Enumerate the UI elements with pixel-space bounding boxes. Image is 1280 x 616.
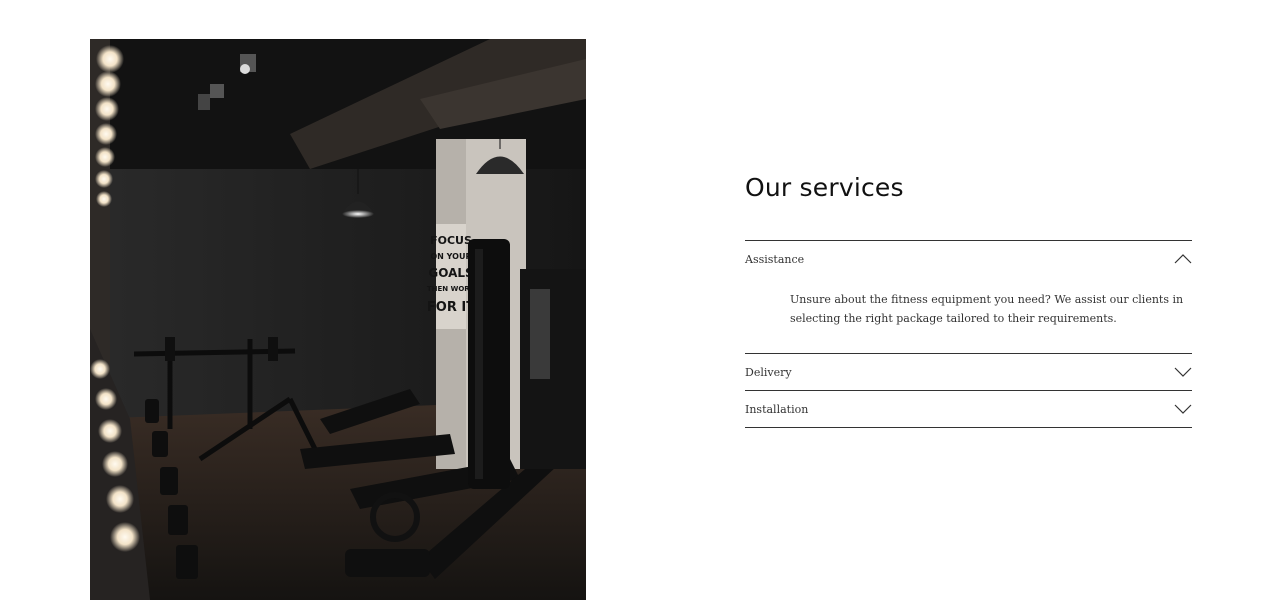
- accordion-header-delivery[interactable]: Delivery: [745, 354, 1192, 390]
- services-section: Our services Assistance Unsure about the…: [745, 170, 1192, 428]
- section-title: Our services: [745, 173, 904, 202]
- accordion-title: Assistance: [745, 252, 805, 266]
- svg-text:FOR IT: FOR IT: [427, 300, 475, 315]
- accordion-title: Delivery: [745, 365, 792, 379]
- accordion-body-assistance: Unsure about the fitness equipment you n…: [790, 293, 1184, 325]
- svg-text:FOCUS: FOCUS: [430, 234, 472, 247]
- accordion-item-assistance: Assistance Unsure about the fitness equi…: [745, 241, 1192, 354]
- accordion-header-assistance[interactable]: Assistance: [745, 241, 1192, 277]
- accordion-item-installation: Installation: [745, 391, 1192, 428]
- accordion-title: Installation: [745, 402, 809, 416]
- chevron-up-icon[interactable]: [1174, 254, 1192, 264]
- chevron-down-icon[interactable]: [1174, 404, 1192, 414]
- services-accordion: Assistance Unsure about the fitness equi…: [745, 240, 1192, 428]
- svg-text:GOALS: GOALS: [428, 266, 473, 280]
- svg-text:ON YOUR: ON YOUR: [430, 252, 471, 261]
- gym-photo: FOCUS ON YOUR GOALS THEN WORK FOR IT: [90, 39, 586, 600]
- accordion-item-delivery: Delivery: [745, 354, 1192, 391]
- accordion-header-installation[interactable]: Installation: [745, 391, 1192, 427]
- chevron-down-icon[interactable]: [1174, 367, 1192, 377]
